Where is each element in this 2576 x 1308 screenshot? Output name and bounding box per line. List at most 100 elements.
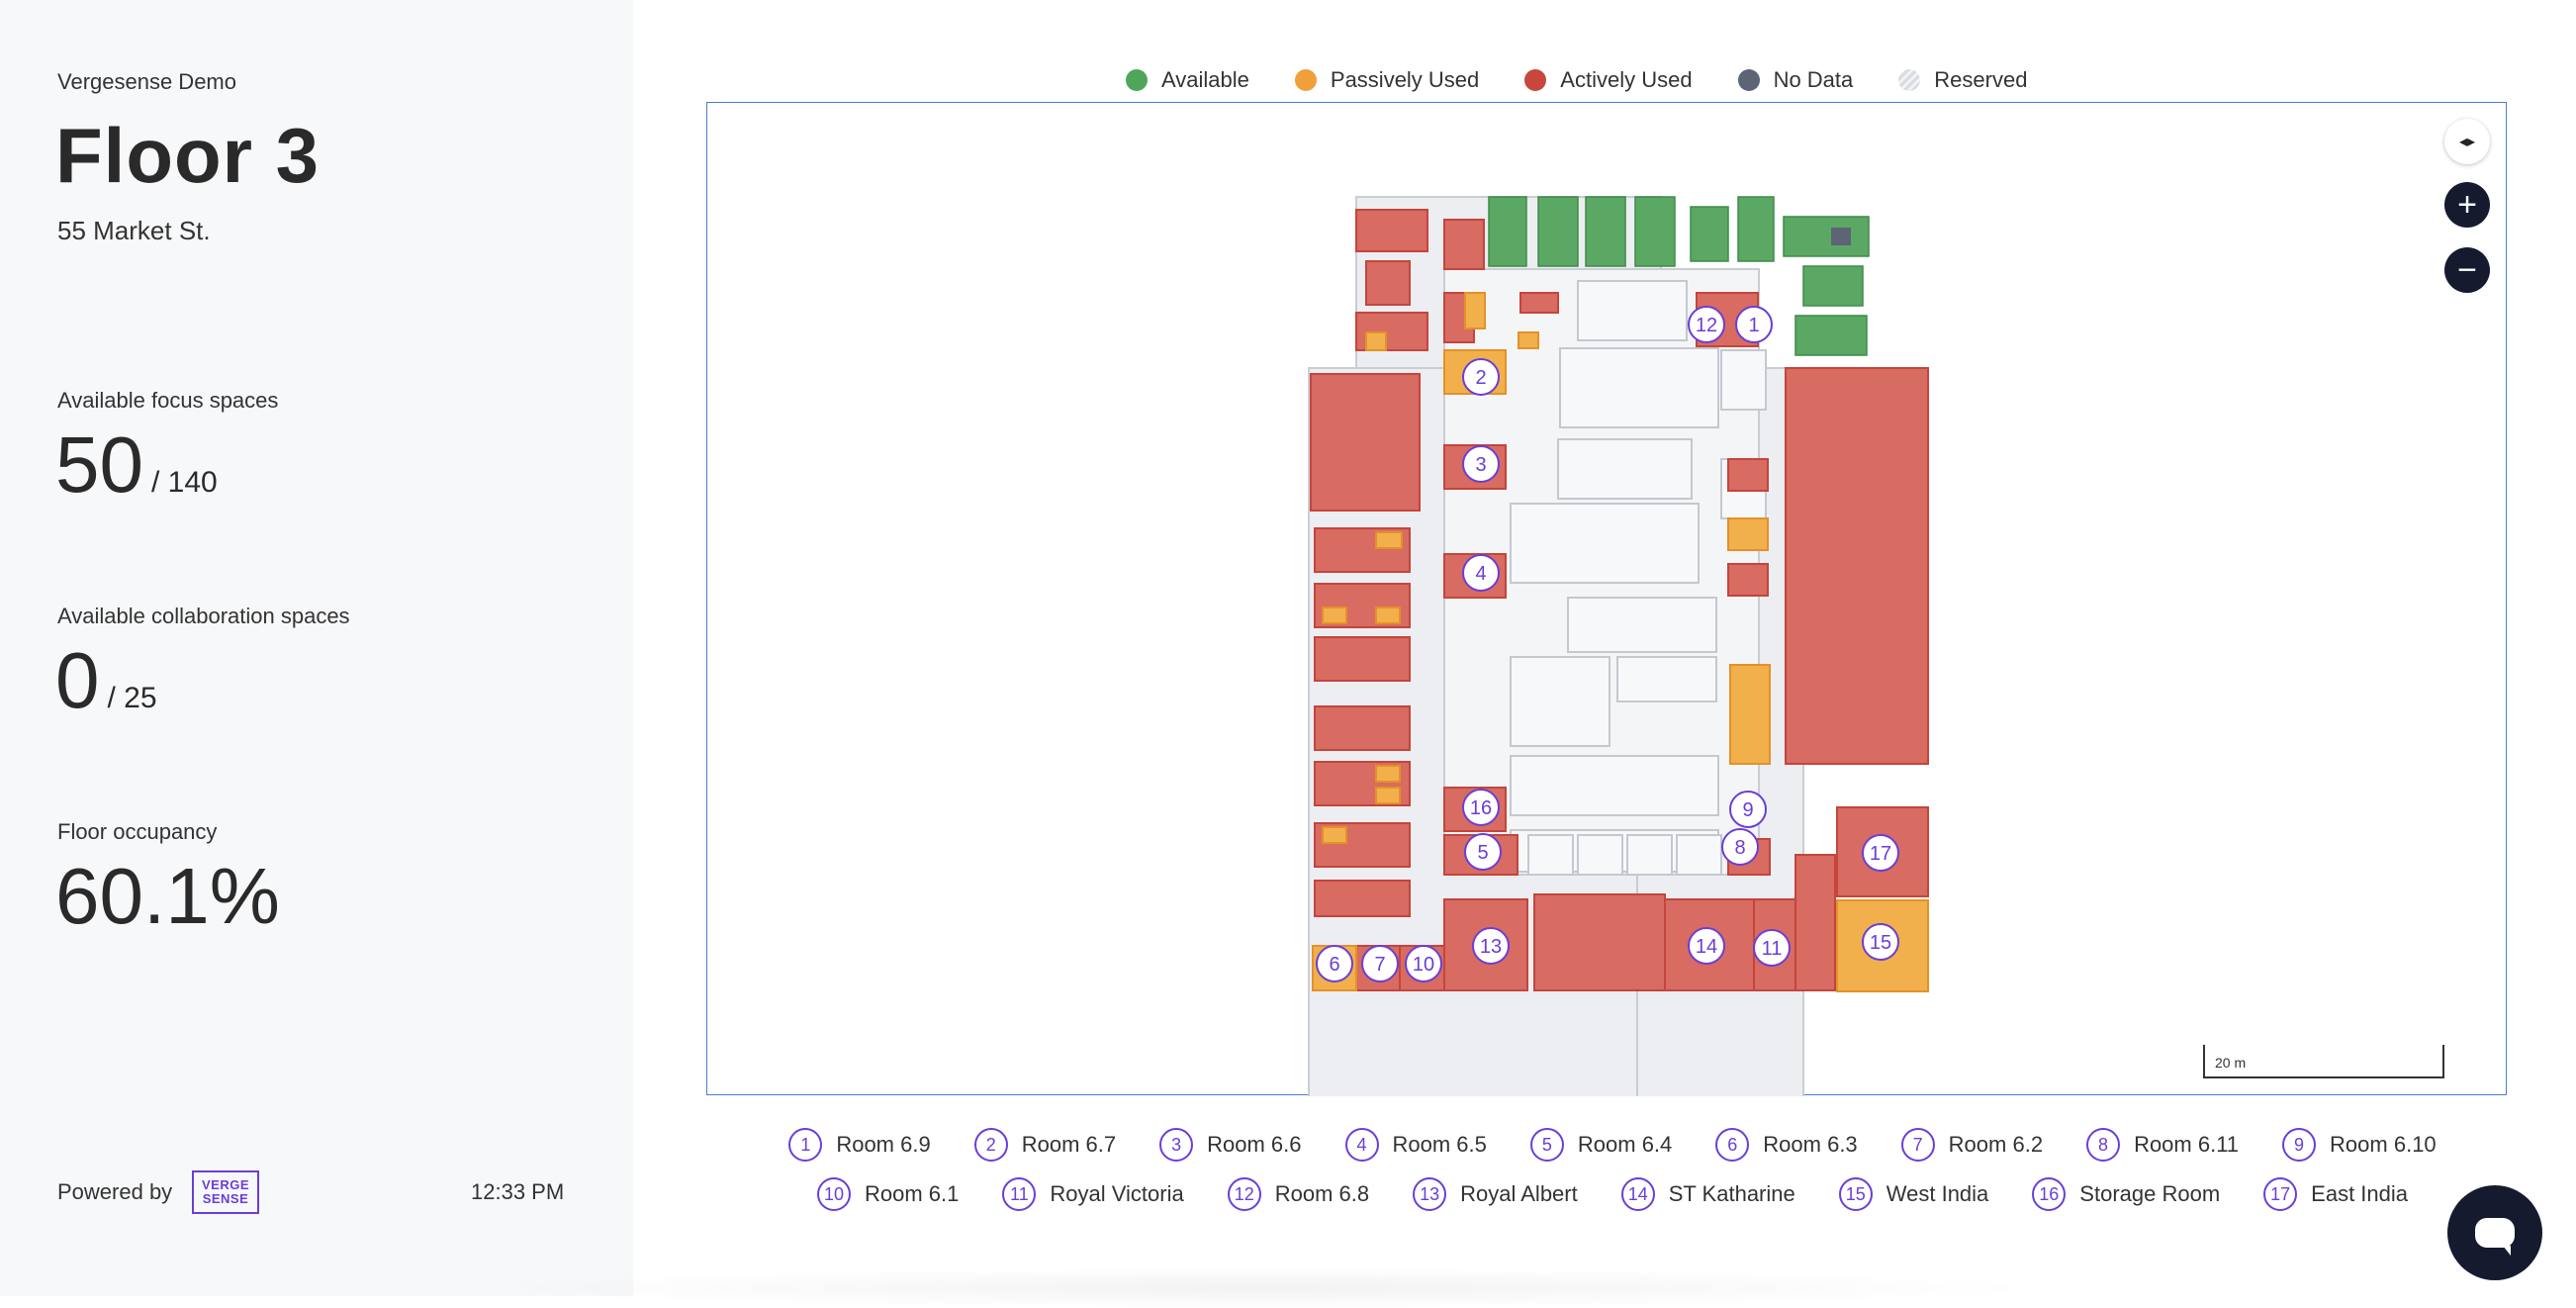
inner-room: [1676, 834, 1722, 876]
floor-map[interactable]: 1 12 2 3 4 16 5 9 8 17 15 13 14 11 6 7 1…: [706, 102, 2508, 1096]
desk-available[interactable]: [1634, 196, 1676, 267]
legend-label: Reserved: [1934, 67, 2028, 92]
desk-passive[interactable]: [1375, 765, 1401, 783]
org-name: Vergesense Demo: [57, 69, 236, 94]
room-marker-12[interactable]: 12: [1688, 306, 1725, 343]
floorplan-svg[interactable]: 1 12 2 3 4 16 5 9 8 17 15 13 14 11 6 7 1…: [707, 103, 2508, 1096]
desk-active[interactable]: [1519, 292, 1559, 314]
inner-room: [1510, 656, 1610, 747]
desk-passive[interactable]: [1322, 607, 1347, 624]
list-item[interactable]: 2 Room 6.7: [973, 1128, 1117, 1162]
desk-passive[interactable]: [1365, 331, 1387, 351]
desk-active[interactable]: [1355, 209, 1428, 252]
inner-room: [1527, 834, 1574, 876]
room-name: Room 6.1: [865, 1181, 960, 1206]
list-item[interactable]: 6 Room 6.3: [1715, 1128, 1858, 1162]
room-active[interactable]: [1727, 458, 1769, 492]
room-marker-9[interactable]: 9: [1729, 791, 1767, 828]
room-active[interactable]: [1727, 563, 1769, 597]
desk-active[interactable]: [1314, 705, 1411, 751]
collab-spaces-value: 0/ 25: [55, 635, 157, 726]
list-item[interactable]: 10 Room 6.1: [817, 1177, 959, 1211]
desk-passive[interactable]: [1375, 531, 1403, 549]
room-marker-16[interactable]: 16: [1462, 789, 1500, 826]
list-item[interactable]: 8 Room 6.11: [2086, 1128, 2239, 1162]
room-active[interactable]: [1794, 854, 1836, 991]
desk-passive[interactable]: [1464, 292, 1486, 329]
list-item[interactable]: 7 Room 6.2: [1900, 1128, 2043, 1162]
list-item[interactable]: 11 Royal Victoria: [1002, 1177, 1184, 1211]
occupancy-label: Floor occupancy: [57, 819, 218, 844]
list-item[interactable]: 15 West India: [1838, 1177, 1988, 1211]
desk-available[interactable]: [1783, 216, 1870, 257]
inner-room: [1577, 834, 1623, 876]
room-marker-7[interactable]: 7: [1361, 945, 1399, 982]
room-number-badge: 11: [1002, 1177, 1037, 1211]
no-data-dot-icon: [1737, 69, 1760, 91]
room-marker-6[interactable]: 6: [1316, 945, 1353, 982]
inner-room: [1567, 597, 1717, 653]
desk-active[interactable]: [1443, 219, 1485, 270]
room-marker-4[interactable]: 4: [1462, 554, 1500, 592]
room-passive[interactable]: [1727, 517, 1769, 551]
sidebar: Vergesense Demo Floor 3 55 Market St. Av…: [0, 0, 633, 1296]
room-marker-15[interactable]: 15: [1862, 923, 1899, 961]
desk-available[interactable]: [1794, 315, 1868, 356]
legend-label: Available: [1161, 67, 1249, 92]
room-marker-14[interactable]: 14: [1688, 927, 1725, 965]
room-marker-8[interactable]: 8: [1721, 828, 1759, 866]
compass-icon[interactable]: ◂▸: [2444, 119, 2490, 164]
list-item[interactable]: 3 Room 6.6: [1159, 1128, 1302, 1162]
room-number-badge: 5: [1529, 1128, 1564, 1162]
list-item[interactable]: 16 Storage Room: [2032, 1177, 2220, 1211]
room-name: ST Katharine: [1668, 1181, 1795, 1206]
room-list-row: 10 Room 6.1 11 Royal Victoria 12 Room 6.8 1…: [762, 1177, 2463, 1211]
footer-shadow: [475, 1268, 2058, 1308]
list-item[interactable]: 13 Royal Albert: [1413, 1177, 1578, 1211]
desk-active[interactable]: [1314, 636, 1411, 682]
zoom-out-button[interactable]: −: [2444, 247, 2490, 293]
room-marker-3[interactable]: 3: [1462, 445, 1500, 483]
desk-available[interactable]: [1802, 265, 1864, 307]
list-item[interactable]: 4 Room 6.5: [1344, 1128, 1487, 1162]
desk-passive[interactable]: [1518, 331, 1539, 349]
room-marker-5[interactable]: 5: [1464, 833, 1502, 871]
legend-label: No Data: [1773, 67, 1854, 92]
room-active[interactable]: [1310, 373, 1421, 512]
list-item[interactable]: 1 Room 6.9: [788, 1128, 931, 1162]
room-number-badge: 13: [1413, 1177, 1447, 1211]
room-marker-17[interactable]: 17: [1862, 834, 1899, 872]
zoom-in-button[interactable]: +: [2444, 182, 2490, 228]
desk-passive[interactable]: [1375, 787, 1401, 804]
desk-available[interactable]: [1488, 196, 1527, 267]
room-number-badge: 6: [1715, 1128, 1750, 1162]
desk-active[interactable]: [1314, 880, 1411, 917]
list-item[interactable]: 17 East India: [2263, 1177, 2408, 1211]
desk-available[interactable]: [1585, 196, 1626, 267]
legend-passively-used: Passively Used: [1294, 67, 1479, 93]
chat-button[interactable]: [2447, 1185, 2542, 1280]
list-item[interactable]: 12 Room 6.8: [1227, 1177, 1369, 1211]
no-data-block: [1831, 228, 1851, 245]
room-marker-1[interactable]: 1: [1735, 306, 1773, 343]
list-item[interactable]: 9 Room 6.10: [2282, 1128, 2437, 1162]
legend-no-data: No Data: [1737, 67, 1854, 93]
room-name: Room 6.10: [2330, 1132, 2437, 1157]
room-name: Room 6.7: [1021, 1132, 1117, 1157]
desk-passive[interactable]: [1322, 826, 1347, 844]
room-marker-11[interactable]: 11: [1753, 929, 1791, 967]
desk-active[interactable]: [1365, 260, 1411, 306]
room-marker-10[interactable]: 10: [1405, 945, 1442, 982]
room-active[interactable]: [1533, 893, 1666, 991]
room-marker-13[interactable]: 13: [1472, 927, 1510, 965]
room-passive[interactable]: [1729, 664, 1771, 765]
list-item[interactable]: 5 Room 6.4: [1529, 1128, 1672, 1162]
desk-passive[interactable]: [1375, 607, 1401, 624]
room-marker-2[interactable]: 2: [1462, 358, 1500, 396]
desk-available[interactable]: [1737, 196, 1775, 262]
room-active[interactable]: [1785, 367, 1929, 765]
desk-available[interactable]: [1690, 206, 1729, 262]
room-list: 1 Room 6.9 2 Room 6.7 3 Room 6.6 4 Room 6.5 …: [762, 1128, 2463, 1227]
desk-available[interactable]: [1537, 196, 1579, 267]
list-item[interactable]: 14 ST Katharine: [1620, 1177, 1795, 1211]
